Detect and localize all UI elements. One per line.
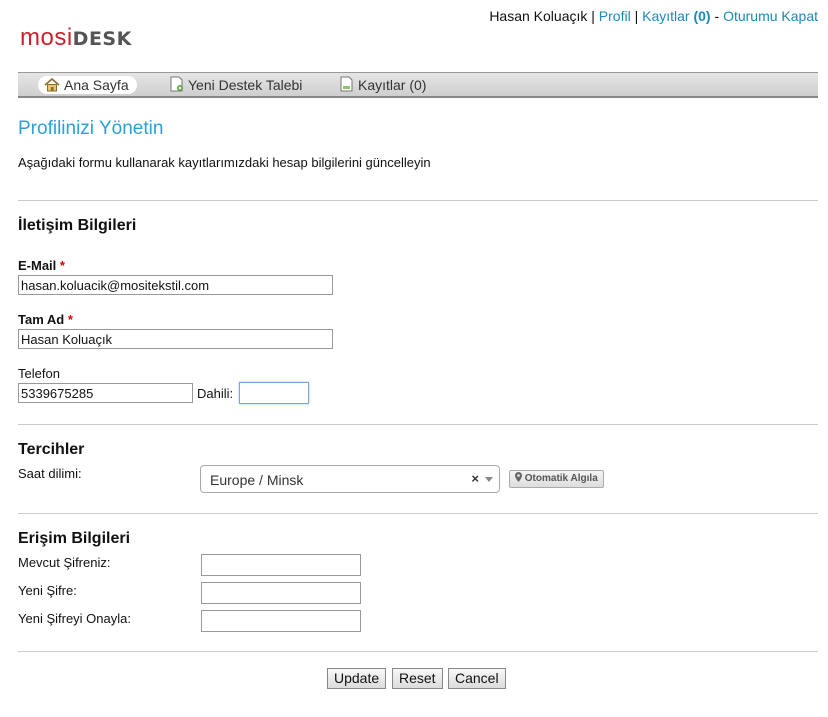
- separator: -: [710, 8, 724, 24]
- required-mark: *: [67, 312, 73, 327]
- nav-item-new-ticket[interactable]: Yeni Destek Talebi: [164, 76, 310, 94]
- records-link[interactable]: Kayıtlar (0): [642, 8, 710, 24]
- cancel-button[interactable]: Cancel: [448, 668, 506, 689]
- confirm-password-label: Yeni Şifreyi Onayla:: [18, 611, 131, 626]
- extension-label: Dahili:: [197, 386, 234, 401]
- email-label: E-Mail *: [18, 258, 65, 273]
- home-icon: [44, 77, 60, 96]
- section-heading-access: Erişim Bilgileri: [18, 530, 131, 547]
- timezone-label: Saat dilimi:: [18, 466, 82, 481]
- divider: [18, 200, 818, 201]
- brand-logo-part1: mosi: [20, 24, 73, 51]
- full-name-label: Tam Ad *: [18, 312, 73, 327]
- update-button[interactable]: Update: [327, 668, 387, 689]
- divider: [18, 424, 818, 425]
- email-field[interactable]: [18, 275, 333, 295]
- records-count: (0): [693, 8, 711, 24]
- divider: [18, 513, 818, 514]
- full-name-field[interactable]: [18, 329, 333, 349]
- logout-link[interactable]: Oturumu Kapat: [723, 8, 818, 24]
- separator: |: [587, 8, 599, 24]
- new-password-field[interactable]: [201, 582, 361, 604]
- reset-button[interactable]: Reset: [392, 668, 443, 689]
- nav-item-label: Yeni Destek Talebi: [188, 77, 303, 93]
- document-icon: [340, 76, 354, 96]
- required-mark: *: [59, 258, 65, 273]
- map-marker-icon: [515, 472, 522, 488]
- timezone-value: Europe / Minsk: [210, 472, 304, 488]
- user-bar: Hasan Koluaçık | Profil | Kayıtlar (0) -…: [489, 8, 818, 24]
- main-nav: Ana Sayfa Yeni Destek Talebi Kayıtlar (0…: [18, 72, 818, 98]
- nav-item-records[interactable]: Kayıtlar (0): [334, 76, 434, 94]
- phone-field[interactable]: [18, 383, 193, 403]
- email-label-text: E-Mail: [18, 258, 57, 273]
- chevron-down-icon[interactable]: [485, 477, 493, 482]
- page-title: Profilinizi Yönetin: [18, 118, 164, 139]
- new-password-label: Yeni Şifre:: [18, 583, 77, 598]
- current-password-label: Mevcut Şifreniz:: [18, 555, 111, 570]
- confirm-password-field[interactable]: [201, 610, 361, 632]
- full-name-label-text: Tam Ad: [18, 312, 65, 327]
- nav-item-home[interactable]: Ana Sayfa: [38, 76, 137, 94]
- extension-field[interactable]: [239, 382, 309, 404]
- phone-label: Telefon: [18, 366, 60, 381]
- user-name: Hasan Koluaçık: [489, 8, 588, 24]
- separator: |: [630, 8, 643, 24]
- profile-link[interactable]: Profil: [599, 8, 631, 24]
- section-heading-preferences: Tercihler: [18, 441, 85, 458]
- nav-item-label: Ana Sayfa: [64, 77, 129, 93]
- page-intro: Aşağıdaki formu kullanarak kayıtlarımızd…: [18, 155, 431, 170]
- new-document-icon: [170, 76, 184, 96]
- records-link-label: Kayıtlar: [642, 8, 690, 24]
- brand-logo-part2: DESK: [72, 28, 132, 50]
- clear-icon[interactable]: ×: [471, 471, 479, 486]
- nav-item-label: Kayıtlar (0): [358, 77, 427, 93]
- autodetect-label: Otomatik Algıla: [524, 473, 598, 484]
- timezone-select[interactable]: Europe / Minsk ×: [200, 465, 500, 493]
- brand-logo: mosiDESK: [20, 24, 132, 52]
- current-password-field[interactable]: [201, 554, 361, 576]
- autodetect-button[interactable]: Otomatik Algıla: [509, 470, 604, 488]
- divider: [18, 651, 818, 652]
- section-heading-contact: İletişim Bilgileri: [18, 217, 137, 234]
